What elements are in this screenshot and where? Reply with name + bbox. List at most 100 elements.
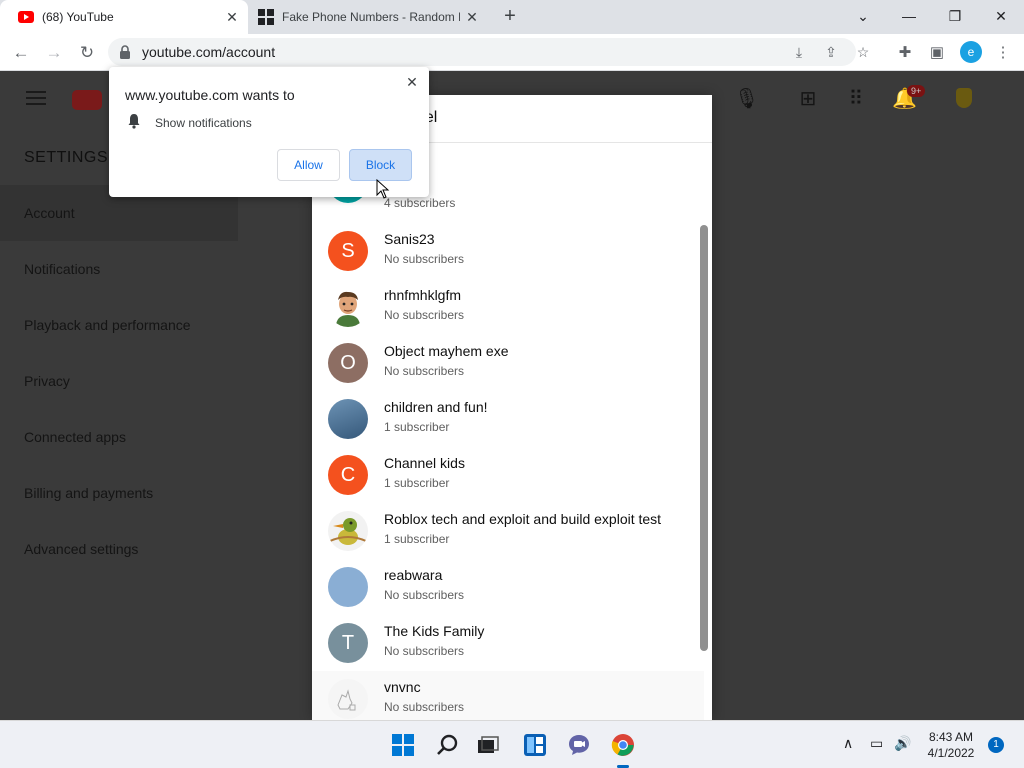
nav-privacy[interactable]: Privacy <box>0 353 238 409</box>
channel-row[interactable]: O Object mayhem exe No subscribers <box>312 335 704 391</box>
channel-avatar <box>328 567 368 607</box>
forward-button[interactable]: → <box>41 40 67 66</box>
duck-avatar-image <box>329 518 367 545</box>
youtube-logo[interactable] <box>72 90 102 110</box>
channel-row[interactable]: S Sanis23 No subscribers <box>312 223 704 279</box>
channel-name: Object mayhem exe <box>384 343 509 359</box>
windows-start-icon[interactable] <box>391 733 415 757</box>
show-hidden-icons-chevron-icon[interactable]: ∧ <box>843 735 853 752</box>
allow-button[interactable]: Allow <box>277 149 340 181</box>
nav-connected-apps[interactable]: Connected apps <box>0 409 238 465</box>
apps-grid-icon[interactable]: ⠿ <box>844 87 868 111</box>
close-window-button[interactable]: ✕ <box>978 0 1024 34</box>
channel-avatar: C <box>328 455 368 495</box>
nav-playback-and-performance[interactable]: Playback and performance <box>0 297 238 353</box>
channel-name: vnvnc <box>384 679 421 695</box>
microphone-icon[interactable]: 🎙 <box>734 87 759 111</box>
channel-subscribers: No subscribers <box>384 252 465 266</box>
windows-taskbar: ∧ ▭ 🔊 8:43 AM 4/1/2022 1 <box>0 720 1024 768</box>
tab-youtube[interactable]: (68) YouTube ✕ <box>0 0 248 34</box>
channel-avatar: O <box>328 343 368 383</box>
profile-avatar[interactable]: e <box>960 41 982 63</box>
channel-name: Channel kids <box>384 455 465 471</box>
nav-notifications[interactable]: Notifications <box>0 241 238 297</box>
restore-button[interactable]: ❐ <box>932 0 978 34</box>
channel-row[interactable]: vnvnc No subscribers <box>312 671 704 720</box>
channel-name: Sanis23 <box>384 231 435 247</box>
scrollbar-thumb[interactable] <box>700 225 708 651</box>
hamburger-menu-icon[interactable] <box>26 91 46 105</box>
close-icon[interactable]: ✕ <box>403 73 421 91</box>
task-view-icon[interactable] <box>476 733 500 757</box>
reload-button[interactable]: ↻ <box>74 40 100 66</box>
channel-subscribers: 1 subscriber <box>384 420 450 434</box>
install-icon[interactable]: ⤓ <box>788 41 810 63</box>
channel-subscribers: 4 subscribers <box>384 196 456 210</box>
settings-sidebar: SETTINGS Account Notifications Playback … <box>0 127 238 720</box>
channel-avatar <box>328 399 368 439</box>
channel-avatar <box>328 511 368 551</box>
youtube-favicon-icon <box>18 11 34 23</box>
channel-row[interactable]: reabwara No subscribers <box>312 559 704 615</box>
channel-name: reabwara <box>384 567 443 583</box>
browser-toolbar: ← → ↻ youtube.com/account ⤓ ⇪ ☆ ✚ ▣ e ⋮ <box>0 34 1024 71</box>
channel-row[interactable]: C Channel kids 1 subscriber <box>312 447 704 503</box>
nav-billing-and-payments[interactable]: Billing and payments <box>0 465 238 521</box>
chat-icon[interactable] <box>567 733 591 757</box>
tab-fake-phone-numbers[interactable]: Fake Phone Numbers - Random F ✕ <box>252 0 488 34</box>
block-button[interactable]: Block <box>349 149 412 181</box>
channel-avatar: T <box>328 623 368 663</box>
dialog-scrollbar[interactable] <box>700 225 708 651</box>
tab-title: Fake Phone Numbers - Random F <box>282 10 460 24</box>
cartoon-avatar-image <box>336 291 360 327</box>
notification-center-badge[interactable]: 1 <box>988 737 1004 753</box>
system-clock[interactable]: 8:43 AM 4/1/2022 <box>916 729 986 761</box>
account-avatar[interactable] <box>956 88 972 108</box>
address-bar[interactable]: youtube.com/account ⤓ ⇪ ☆ <box>108 38 869 66</box>
channel-avatar <box>328 679 368 719</box>
network-icon[interactable]: ▭ <box>870 735 883 752</box>
close-tab-icon[interactable]: ✕ <box>460 9 484 26</box>
widgets-icon[interactable] <box>523 733 547 757</box>
channel-subscribers: 1 subscriber <box>384 476 450 490</box>
clock-date: 4/1/2022 <box>927 746 975 760</box>
clock-time: 8:43 AM <box>928 730 974 744</box>
share-icon[interactable]: ⇪ <box>820 41 842 63</box>
lock-icon[interactable] <box>118 45 132 59</box>
channel-subscribers: No subscribers <box>384 644 465 658</box>
channel-name: Roblox tech and exploit and build exploi… <box>384 511 662 527</box>
tab-search-chevron-icon[interactable]: ⌄ <box>840 0 886 34</box>
hand-sketch-avatar-image <box>337 689 356 711</box>
channel-row[interactable]: T The Kids Family No subscribers <box>312 615 704 671</box>
grid-favicon-icon <box>258 9 274 25</box>
channel-name: children and fun! <box>384 399 488 415</box>
side-panel-icon[interactable]: ▣ <box>926 42 948 64</box>
create-video-icon[interactable]: ⊞ <box>796 87 820 111</box>
minimize-button[interactable]: — <box>886 0 932 34</box>
search-icon[interactable] <box>436 733 460 757</box>
channel-list: cribers bjg 4 subscribers S Sanis23 No s… <box>312 143 704 720</box>
volume-icon[interactable]: 🔊 <box>894 735 911 752</box>
channel-name: rhnfmhklgfm <box>384 287 462 303</box>
channel-row[interactable]: rhnfmhklgfm No subscribers <box>312 279 704 335</box>
channel-subscribers: 1 subscriber <box>384 532 450 546</box>
channel-avatar: S <box>328 231 368 271</box>
settings-title: SETTINGS <box>24 149 109 166</box>
channel-name: The Kids Family <box>384 623 485 639</box>
back-button[interactable]: ← <box>8 40 34 66</box>
permission-item-text: Show notifications <box>155 116 252 130</box>
channel-subscribers: No subscribers <box>384 700 465 714</box>
permission-title: www.youtube.com wants to <box>125 87 295 103</box>
new-tab-button[interactable]: + <box>498 5 522 29</box>
chrome-icon[interactable] <box>611 733 635 757</box>
nav-advanced-settings[interactable]: Advanced settings <box>0 521 238 577</box>
notification-permission-prompt: www.youtube.com wants to ✕ Show notifica… <box>109 67 429 197</box>
mouse-cursor-icon <box>376 179 390 199</box>
tab-strip: (68) YouTube ✕ Fake Phone Numbers - Rand… <box>0 0 1024 34</box>
channel-row[interactable]: Roblox tech and exploit and build exploi… <box>312 503 704 559</box>
channel-row[interactable]: children and fun! 1 subscriber <box>312 391 704 447</box>
menu-kebab-icon[interactable]: ⋮ <box>992 42 1014 64</box>
close-tab-icon[interactable]: ✕ <box>220 9 244 26</box>
extensions-icon[interactable]: ✚ <box>894 42 916 64</box>
bookmark-star-icon[interactable]: ☆ <box>852 41 874 63</box>
